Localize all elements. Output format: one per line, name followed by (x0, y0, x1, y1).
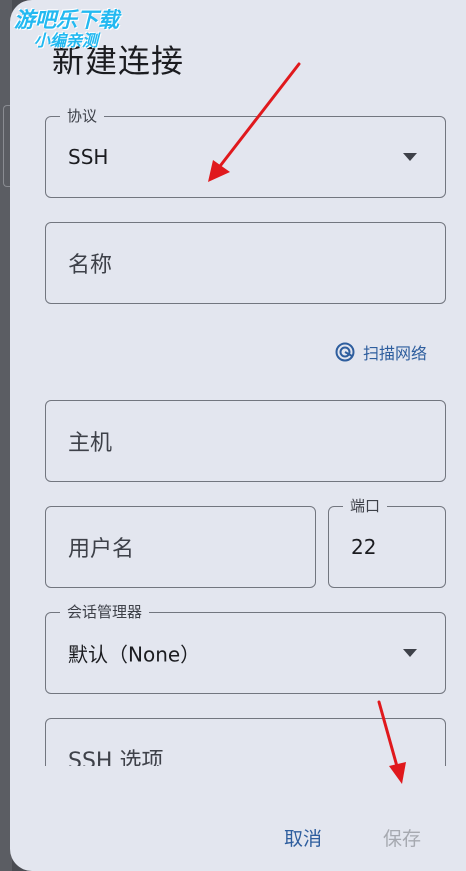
watermark-line2: 小编亲测 (34, 31, 99, 50)
session-manager-select[interactable]: 会话管理器 默认（None） (45, 602, 446, 694)
session-manager-label: 会话管理器 (60, 602, 150, 622)
session-manager-value: 默认（None） (68, 642, 201, 667)
ssh-options-placeholder: SSH 选项 (68, 749, 164, 766)
username-input[interactable]: 用户名 (45, 506, 316, 588)
save-button[interactable]: 保存 (377, 820, 427, 855)
scan-network-label: 扫描网络 (363, 344, 428, 363)
name-placeholder: 名称 (68, 253, 113, 278)
watermark: 游吧乐下载 小编亲测 (14, 10, 119, 49)
host-input[interactable]: 主机 (45, 400, 446, 482)
username-placeholder: 用户名 (68, 537, 135, 562)
radar-scan-icon (335, 342, 355, 362)
dropdown-arrow-icon (403, 649, 417, 657)
ssh-options-input[interactable]: SSH 选项 (45, 718, 446, 766)
host-placeholder: 主机 (68, 431, 113, 456)
dropdown-arrow-icon (403, 153, 417, 161)
protocol-value: SSH (68, 145, 109, 169)
port-label: 端口 (343, 496, 388, 516)
protocol-select[interactable]: 协议 SSH (45, 106, 446, 198)
cancel-button[interactable]: 取消 (278, 820, 328, 855)
new-connection-dialog: 新建连接 协议 SSH 名称 扫描网络 主机 用户名 端口 22 会话管理器 默… (10, 0, 466, 871)
watermark-line1: 游吧乐下载 (14, 8, 119, 32)
protocol-label: 协议 (60, 106, 105, 126)
dialog-scroll-area[interactable]: 新建连接 协议 SSH 名称 扫描网络 主机 用户名 端口 22 会话管理器 默… (10, 0, 466, 766)
port-input[interactable]: 端口 22 (328, 496, 446, 588)
scan-network-link[interactable]: 扫描网络 (335, 340, 427, 364)
port-value: 22 (351, 535, 377, 559)
name-input[interactable]: 名称 (45, 222, 446, 304)
